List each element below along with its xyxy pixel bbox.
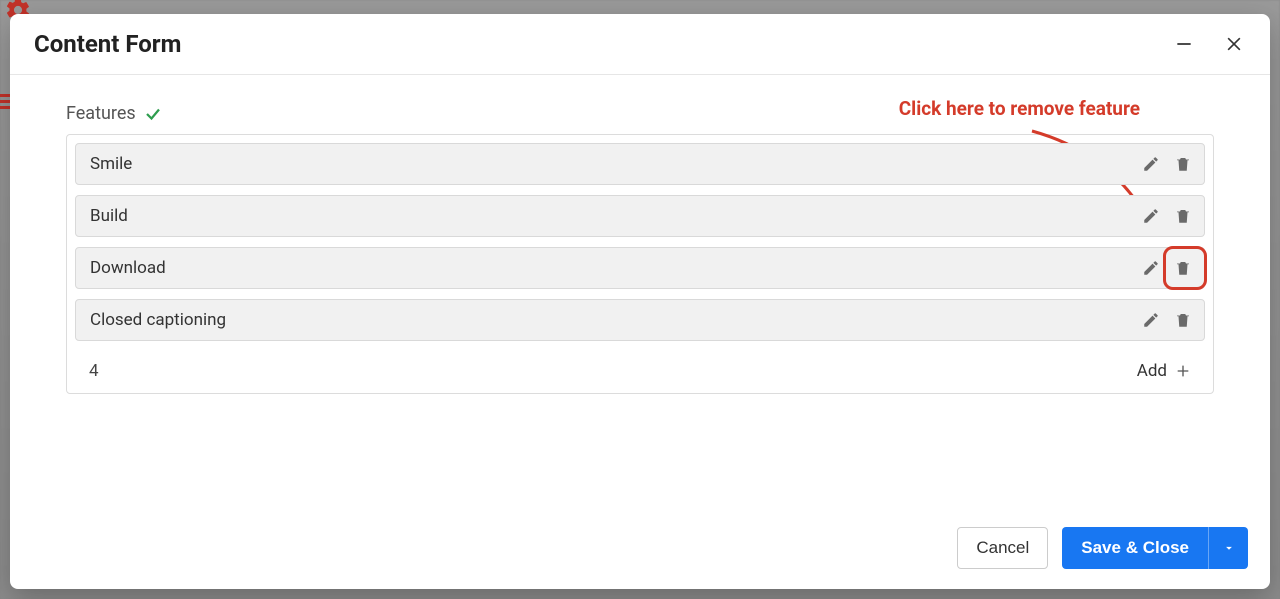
plus-icon — [1175, 363, 1191, 379]
row-actions — [1142, 155, 1194, 173]
modal-footer: Cancel Save & Close — [10, 511, 1270, 589]
row-actions — [1142, 259, 1194, 277]
cancel-button[interactable]: Cancel — [957, 527, 1048, 569]
header-actions — [1170, 30, 1248, 58]
features-panel-footer: 4 Add — [75, 351, 1205, 393]
content-form-modal: Content Form Click here to remove featur… — [10, 14, 1270, 589]
trash-icon[interactable] — [1174, 207, 1192, 225]
edit-icon[interactable] — [1142, 155, 1160, 173]
feature-row[interactable]: Closed captioning — [75, 299, 1205, 341]
save-close-button[interactable]: Save & Close — [1062, 527, 1208, 569]
trash-icon[interactable] — [1174, 259, 1192, 277]
add-label: Add — [1137, 361, 1167, 381]
feature-label: Build — [90, 206, 1142, 226]
feature-row[interactable]: Smile — [75, 143, 1205, 185]
modal-header: Content Form — [10, 14, 1270, 75]
features-label-text: Features — [66, 103, 136, 124]
minimize-button[interactable] — [1170, 30, 1198, 58]
edit-icon[interactable] — [1142, 311, 1160, 329]
modal-title: Content Form — [34, 30, 181, 58]
edit-icon[interactable] — [1142, 207, 1160, 225]
row-actions — [1142, 311, 1194, 329]
save-dropdown-caret[interactable] — [1208, 527, 1248, 569]
feature-row[interactable]: Build — [75, 195, 1205, 237]
trash-icon[interactable] — [1174, 311, 1192, 329]
save-button-group: Save & Close — [1062, 527, 1248, 569]
edit-icon[interactable] — [1142, 259, 1160, 277]
feature-label: Closed captioning — [90, 310, 1142, 330]
features-count: 4 — [89, 361, 99, 381]
annotation-text: Click here to remove feature — [899, 97, 1140, 120]
trash-icon[interactable] — [1174, 155, 1192, 173]
feature-row[interactable]: Download — [75, 247, 1205, 289]
check-icon — [144, 105, 162, 123]
row-actions — [1142, 207, 1194, 225]
close-button[interactable] — [1220, 30, 1248, 58]
add-feature-button[interactable]: Add — [1137, 361, 1191, 381]
feature-label: Download — [90, 258, 1142, 278]
modal-body: Click here to remove feature Features Sm… — [10, 75, 1270, 511]
caret-down-icon — [1222, 541, 1236, 555]
feature-label: Smile — [90, 154, 1142, 174]
features-panel: Smile Build — [66, 134, 1214, 394]
